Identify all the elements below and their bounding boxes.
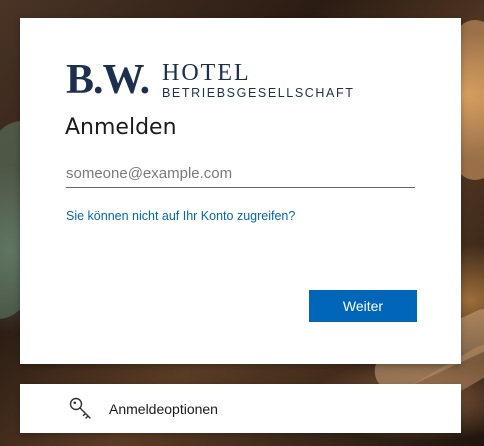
cant-access-account-link[interactable]: Sie können nicht auf Ihr Konto zugreifen… bbox=[66, 209, 295, 223]
signin-options-label: Anmeldeoptionen bbox=[109, 401, 218, 417]
page-title: Anmelden bbox=[65, 115, 177, 140]
email-field[interactable] bbox=[66, 160, 415, 188]
company-logo: B.W. HOTEL BETRIEBSGESELLSCHAFT bbox=[66, 57, 386, 103]
logo-subtitle: BETRIEBSGESELLSCHAFT bbox=[162, 86, 355, 100]
logo-name: HOTEL bbox=[162, 60, 251, 86]
signin-card: B.W. HOTEL BETRIEBSGESELLSCHAFT Anmelden… bbox=[20, 18, 461, 364]
signin-options-button[interactable]: Anmeldeoptionen bbox=[20, 384, 461, 433]
key-icon bbox=[68, 396, 94, 422]
logo-mark: B.W. bbox=[66, 57, 150, 103]
next-button[interactable]: Weiter bbox=[309, 290, 417, 322]
